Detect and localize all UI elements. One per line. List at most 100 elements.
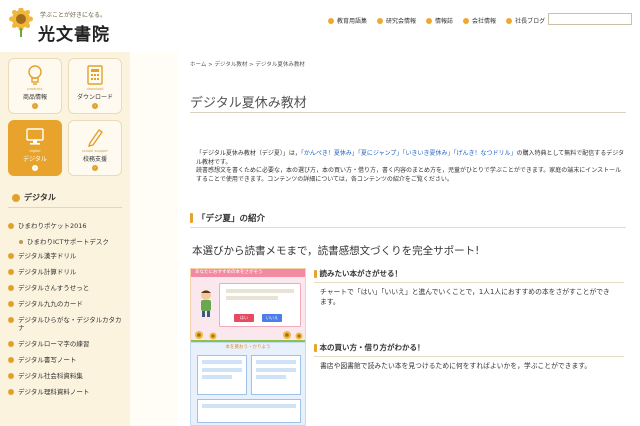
top-nav: 教育用語集 研究会情報 情報誌 会社情報 社長ブログ: [328, 16, 545, 25]
sidebar-item[interactable]: デジタルローマ字の練習: [8, 340, 126, 356]
category-label: 校務支援: [82, 156, 107, 163]
intro-text: 「デジタル夏休み教材（デジ夏）」は，「かんぺき！夏休み」「夏にジャンプ」「いきい…: [196, 150, 625, 183]
category-label: デジタル: [23, 156, 47, 163]
link-ikiiki[interactable]: 「いきいき夏休み」: [402, 150, 453, 157]
category-sub: school support: [82, 149, 108, 153]
feature-title: 本の買い方・借り方がわかる！: [314, 342, 624, 353]
sidebar-item[interactable]: デジタル計算ドリル: [8, 268, 126, 284]
site-header: 学ぶことが好きになる。 光文書院 教育用語集 研究会情報 情報誌 会社情報 社長…: [0, 0, 640, 52]
bullet-icon: [8, 285, 14, 291]
thumb-panel-left: [197, 355, 247, 395]
arrow-right-icon: ›: [92, 165, 98, 171]
nav-blog[interactable]: 社長ブログ: [506, 16, 545, 25]
book-icon: [328, 17, 334, 24]
magazine-icon: [426, 17, 433, 24]
feature-divider: [314, 282, 624, 283]
blog-icon: [506, 17, 513, 24]
bullet-icon: [19, 240, 23, 244]
sidebar-list: ひまわりポケット2016 ひまわりICTサポートデスク デジタル漢字ドリル デジ…: [8, 222, 126, 398]
category-sub: products: [27, 87, 43, 91]
thumb-text-line: [202, 368, 242, 372]
sunflower-logo-icon: [9, 8, 33, 37]
sidebar-item[interactable]: ひまわりポケット2016: [8, 222, 126, 238]
thumb-no-button: いいえ: [262, 314, 282, 322]
breadcrumb[interactable]: ホーム > デジタル教材 > デジタル夏休み教材: [190, 60, 305, 68]
search-input[interactable]: [548, 13, 632, 25]
link-natsu-jump[interactable]: 「夏にジャンプ」: [358, 150, 403, 157]
heading-bar-icon: [314, 269, 317, 278]
arrow-right-icon: ›: [32, 103, 38, 109]
heading-bar-icon: [190, 213, 193, 223]
section-heading: 「デジ夏」の紹介: [190, 212, 265, 224]
category-download[interactable]: download ダウンロード ›: [68, 58, 122, 114]
nav-magazine[interactable]: 情報誌: [426, 16, 453, 25]
arrow-right-icon: ›: [32, 165, 38, 171]
category-label: ダウンロード: [76, 94, 113, 101]
category-grid: products 商品情報 › download ダウンロード › digita…: [8, 58, 122, 176]
bullet-icon: [8, 317, 14, 323]
thumb-title: あなたにおすすめの本をさがそう: [191, 269, 305, 277]
sidebar-item[interactable]: デジタル理科資料ノート: [8, 388, 126, 398]
bullet-icon: [8, 223, 14, 229]
bullet-icon: [8, 341, 14, 347]
thumb-text-line: [226, 296, 278, 300]
nav-glossary[interactable]: 教育用語集: [328, 16, 367, 25]
category-sub: digital: [29, 149, 41, 153]
people-icon: [377, 17, 384, 24]
sidebar-item[interactable]: デジタルさんすうせっと: [8, 284, 126, 300]
thumb-yes-button: はい: [234, 314, 254, 322]
category-sub: download: [86, 87, 104, 91]
sidebar-item[interactable]: デジタル書写ノート: [8, 356, 126, 372]
building-icon: [463, 17, 470, 24]
thumb-panel-right: [251, 355, 301, 395]
arrow-right-icon: ›: [92, 103, 98, 109]
sidebar-subitem[interactable]: ひまわりICTサポートデスク: [8, 238, 126, 252]
title-divider: [190, 112, 626, 113]
bullet-icon: [8, 389, 14, 395]
category-products[interactable]: products 商品情報 ›: [8, 58, 62, 114]
feature-body: チャートで「はい」「いいえ」と進んでいくことで，1人1人におすすめの本をさがすこ…: [320, 288, 610, 306]
lightbulb-icon: [28, 65, 42, 85]
calculator-icon: [87, 65, 103, 85]
section-divider: [190, 227, 626, 228]
thumb-text-line: [256, 368, 296, 372]
thumb-text-line: [256, 375, 286, 379]
thumb-text-line: [256, 360, 296, 364]
main-content: ホーム > デジタル教材 > デジタル夏休み教材 デジタル夏休み教材 「デジタル…: [178, 52, 640, 426]
bullet-icon: [8, 301, 14, 307]
thumb-text-line: [202, 404, 296, 408]
thumb-title: 本を買おう・かりよう: [225, 345, 271, 350]
sidebar-item[interactable]: デジタル漢字ドリル: [8, 252, 126, 268]
sidebar-item[interactable]: デジタル九九のカード: [8, 300, 126, 316]
logo-tagline: 学ぶことが好きになる。: [40, 12, 107, 19]
computer-icon: [26, 128, 44, 145]
page-title: デジタル夏休み教材: [190, 96, 307, 111]
category-digital[interactable]: digital デジタル ›: [8, 120, 62, 176]
nav-company[interactable]: 会社情報: [463, 16, 496, 25]
link-genki[interactable]: 「げんき！なつドリル」: [453, 150, 516, 157]
feature-book-search: 読みたい本がさがせる！ チャートで「はい」「いいえ」と進んでいくことで，1人1人…: [314, 268, 624, 307]
screenshot-book-search: あなたにおすすめの本をさがそう はい いいえ: [190, 268, 306, 344]
thumb-panel-bottom: [197, 399, 301, 423]
heading-bar-icon: [314, 343, 317, 352]
pencil-icon: [87, 129, 103, 147]
feature-buy-borrow: 本の買い方・借り方がわかる！ 書店や図書館で読みたい本を見つけるために何をすれば…: [314, 342, 624, 371]
bullet-icon: [8, 373, 14, 379]
site-logo[interactable]: 学ぶことが好きになる。 光文書院: [8, 8, 128, 46]
bullet-icon: [8, 269, 14, 275]
logo-name: 光文書院: [38, 25, 110, 45]
link-kanpeki[interactable]: 「かんぺき！夏休み」: [301, 150, 358, 157]
feature-divider: [314, 356, 624, 357]
bullet-icon: [8, 357, 14, 363]
thumb-text-line: [202, 360, 242, 364]
sidebar: products 商品情報 › download ダウンロード › digita…: [0, 52, 130, 426]
nav-research[interactable]: 研究会情報: [377, 16, 416, 25]
sidebar-item[interactable]: デジタルひらがな・デジタルカタカナ: [8, 316, 126, 340]
feature-title: 読みたい本がさがせる！: [314, 268, 624, 279]
child-illustration-icon: [201, 290, 211, 317]
bullet-icon: [8, 253, 14, 259]
screenshot-buy-borrow: 本を買おう・かりよう: [190, 342, 306, 426]
sidebar-item[interactable]: デジタル社会科資料集: [8, 372, 126, 388]
heading-dot-icon: [12, 193, 20, 202]
category-school-support[interactable]: school support 校務支援 ›: [68, 120, 122, 176]
